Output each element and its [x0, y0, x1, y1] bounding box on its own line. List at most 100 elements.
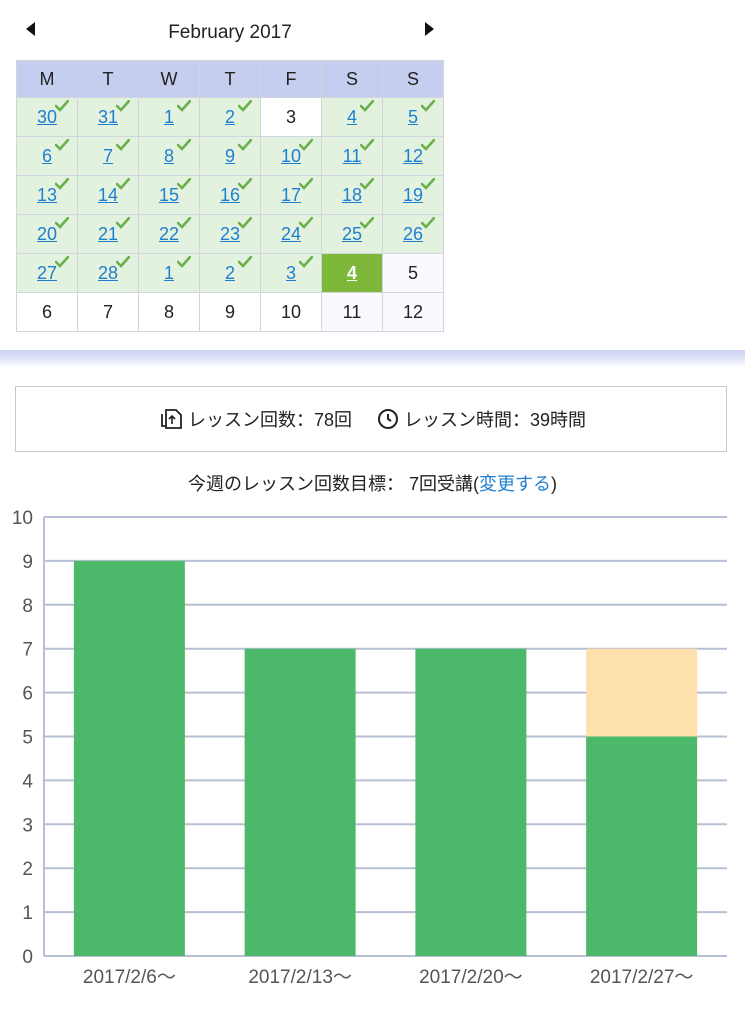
- calendar-day-today[interactable]: 4: [321, 253, 383, 293]
- checkmark-icon: [360, 100, 374, 112]
- calendar-day-link[interactable]: 16: [220, 185, 240, 205]
- calendar-day-completed[interactable]: 19: [382, 175, 444, 215]
- calendar-day-link[interactable]: 30: [37, 107, 57, 127]
- calendar-day-link[interactable]: 25: [342, 224, 362, 244]
- calendar-grid: MTWTFSS 30 31 1 2 3 4 5 6 7 8 9 10 11 12 13 14 15 16 17 18 1…: [16, 60, 444, 332]
- calendar-day-completed[interactable]: 23: [199, 214, 261, 254]
- calendar-day-completed[interactable]: 11: [321, 136, 383, 176]
- calendar-day: 8: [138, 292, 200, 332]
- calendar-day-link[interactable]: 31: [98, 107, 118, 127]
- calendar-day-link[interactable]: 20: [37, 224, 57, 244]
- y-tick-label: 1: [22, 903, 33, 924]
- calendar-day-completed[interactable]: 3: [260, 253, 322, 293]
- section-divider: [0, 350, 745, 368]
- calendar-day: 6: [16, 292, 78, 332]
- calendar-day-completed[interactable]: 8: [138, 136, 200, 176]
- calendar-day-completed[interactable]: 1: [138, 253, 200, 293]
- calendar-day-completed[interactable]: 21: [77, 214, 139, 254]
- calendar-day-link[interactable]: 28: [98, 263, 118, 283]
- calendar-day-link[interactable]: 21: [98, 224, 118, 244]
- calendar-day-link[interactable]: 14: [98, 185, 118, 205]
- calendar-day-link[interactable]: 9: [225, 146, 235, 166]
- calendar-day-completed[interactable]: 25: [321, 214, 383, 254]
- change-goal-link[interactable]: 変更する: [479, 474, 551, 494]
- calendar-day-completed[interactable]: 2: [199, 253, 261, 293]
- calendar-day-link[interactable]: 2: [225, 107, 235, 127]
- calendar-day-link[interactable]: 18: [342, 185, 362, 205]
- weekday-header: T: [77, 60, 139, 98]
- calendar-day-link[interactable]: 5: [408, 107, 418, 127]
- x-tick-label: 2017/2/20〜: [419, 967, 523, 988]
- calendar-day-link[interactable]: 1: [164, 263, 174, 283]
- calendar-day-link[interactable]: 23: [220, 224, 240, 244]
- calendar-day-completed[interactable]: 31: [77, 97, 139, 137]
- bar: [415, 648, 527, 956]
- calendar-day-link[interactable]: 4: [347, 263, 357, 283]
- calendar-day-completed[interactable]: 15: [138, 175, 200, 215]
- checkmark-icon: [177, 100, 191, 112]
- calendar-day-completed[interactable]: 6: [16, 136, 78, 176]
- calendar-day-completed[interactable]: 4: [321, 97, 383, 137]
- calendar-day-completed[interactable]: 24: [260, 214, 322, 254]
- calendar-day-completed[interactable]: 26: [382, 214, 444, 254]
- lesson-count-stat: レッスン回数：78回: [156, 406, 352, 432]
- x-tick-label: 2017/2/13〜: [248, 967, 352, 988]
- calendar-day-completed[interactable]: 14: [77, 175, 139, 215]
- calendar-day-completed[interactable]: 12: [382, 136, 444, 176]
- checkmark-icon: [55, 178, 69, 190]
- calendar-day-link[interactable]: 3: [286, 263, 296, 283]
- calendar-week-row: 20 21 22 23 24 25 26: [16, 214, 444, 254]
- calendar-day-completed[interactable]: 9: [199, 136, 261, 176]
- calendar-day-link[interactable]: 12: [403, 146, 423, 166]
- calendar-day-completed[interactable]: 30: [16, 97, 78, 137]
- checkmark-icon: [238, 256, 252, 268]
- calendar-day-completed[interactable]: 22: [138, 214, 200, 254]
- calendar-day-link[interactable]: 13: [37, 185, 57, 205]
- calendar-day: 9: [199, 292, 261, 332]
- checkmark-icon: [238, 178, 252, 190]
- calendar-day-link[interactable]: 24: [281, 224, 301, 244]
- calendar-day-completed[interactable]: 17: [260, 175, 322, 215]
- x-tick-label: 2017/2/27〜: [590, 967, 694, 988]
- right-triangle-icon: [425, 22, 434, 36]
- calendar-day-completed[interactable]: 2: [199, 97, 261, 137]
- calendar-day-link[interactable]: 4: [347, 107, 357, 127]
- calendar-day-link[interactable]: 26: [403, 224, 423, 244]
- calendar-day-link[interactable]: 27: [37, 263, 57, 283]
- weekly-lessons-chart: 0 1 2 3 4 5 6 7 8 9 10 2017/2/6〜 2017/2/13〜 2017/2/20…: [12, 508, 727, 988]
- calendar-day-link[interactable]: 1: [164, 107, 174, 127]
- checkmark-icon: [360, 217, 374, 229]
- calendar-day-completed[interactable]: 27: [16, 253, 78, 293]
- checkmark-icon: [116, 100, 130, 112]
- calendar-day-link[interactable]: 8: [164, 146, 174, 166]
- checkmark-icon: [116, 217, 130, 229]
- calendar-day-completed[interactable]: 1: [138, 97, 200, 137]
- calendar-day-completed[interactable]: 10: [260, 136, 322, 176]
- calendar-day-link[interactable]: 10: [281, 146, 301, 166]
- calendar-day-completed[interactable]: 5: [382, 97, 444, 137]
- calendar-day-completed[interactable]: 16: [199, 175, 261, 215]
- y-tick-label: 9: [22, 552, 33, 573]
- calendar-week-row: 6 7 8 9 10 11 12: [16, 136, 444, 176]
- checkmark-icon: [177, 256, 191, 268]
- checkmark-icon: [177, 178, 191, 190]
- calendar-day-link[interactable]: 17: [281, 185, 301, 205]
- calendar-day-link[interactable]: 7: [103, 146, 113, 166]
- calendar-day: 11: [321, 292, 383, 332]
- calendar-day-completed[interactable]: 13: [16, 175, 78, 215]
- calendar-day-link[interactable]: 2: [225, 263, 235, 283]
- calendar-day-completed[interactable]: 28: [77, 253, 139, 293]
- calendar-day-completed[interactable]: 20: [16, 214, 78, 254]
- calendar-day-link[interactable]: 6: [42, 146, 52, 166]
- calendar-day-link[interactable]: 15: [159, 185, 179, 205]
- lesson-count-text: レッスン回数：78回: [187, 410, 352, 430]
- calendar-day-completed[interactable]: 7: [77, 136, 139, 176]
- calendar-day-link[interactable]: 22: [159, 224, 179, 244]
- calendar-day-link[interactable]: 11: [343, 146, 362, 166]
- calendar-day-completed[interactable]: 18: [321, 175, 383, 215]
- y-tick-label: 6: [22, 684, 33, 705]
- calendar-day-link[interactable]: 19: [403, 185, 423, 205]
- checkmark-icon: [116, 256, 130, 268]
- next-month-button[interactable]: [424, 20, 436, 42]
- clock-icon: [378, 409, 398, 429]
